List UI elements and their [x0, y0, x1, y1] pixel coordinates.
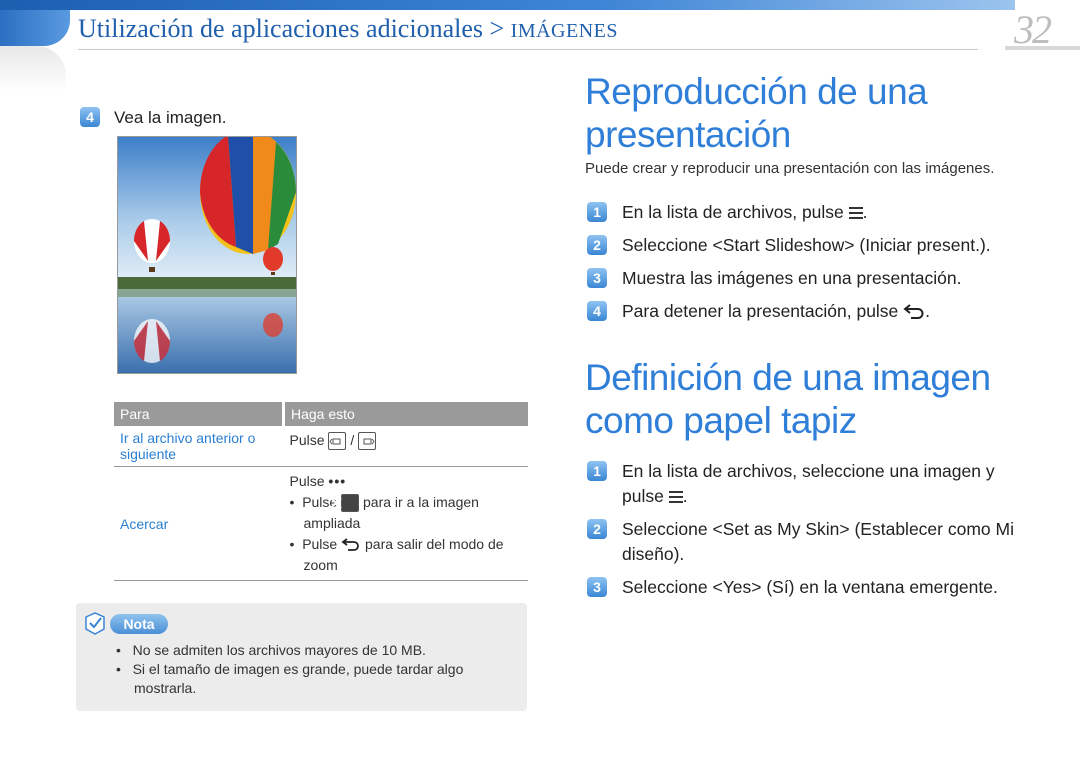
step-end: . — [925, 301, 931, 321]
title-line: como papel tapiz — [585, 400, 857, 441]
row-para: Acercar — [114, 466, 284, 581]
step-text: Seleccione <Set as My Skin> (Establecer … — [622, 519, 1014, 564]
header-divider — [78, 49, 978, 50]
row-haga: Pulse / — [283, 426, 528, 467]
step-label: Para detener la presentación, pulse — [622, 301, 899, 321]
next-file-icon — [358, 432, 377, 451]
note-text: No se admiten los archivos mayores de 10… — [132, 642, 426, 658]
section-intro: Puede crear y reproducir una presentació… — [585, 160, 995, 177]
step-badge: 1 — [587, 202, 607, 222]
note-label: Nota — [110, 614, 168, 634]
step-badge: 4 — [80, 107, 100, 127]
header-tab — [0, 10, 70, 46]
step-label: En la lista de archivos, pulse — [622, 202, 844, 222]
header-bar — [0, 0, 1015, 10]
col-header-para: Para — [114, 402, 285, 426]
step-end: . — [862, 202, 868, 222]
pulse-text: Pulse — [302, 536, 338, 552]
row-para: Ir al archivo anterior o siguiente — [114, 426, 284, 467]
step-text: En la lista de archivos, seleccione una … — [622, 459, 1017, 509]
back-icon — [903, 304, 924, 319]
zoom-in-icon — [330, 494, 360, 513]
step-text: Muestra las imágenes en una presentación… — [622, 268, 962, 288]
step-text: En la lista de archivos, pulse . — [622, 200, 1022, 225]
step-text: Vea la imagen. — [114, 108, 227, 127]
back-icon — [341, 538, 359, 551]
note-icon — [85, 612, 105, 635]
breadcrumb-section: IMÁGENES — [510, 20, 618, 42]
pulse-text: Pulse — [289, 432, 325, 448]
more-options-icon: ••• — [328, 473, 347, 489]
title-line: Reproducción de una — [585, 71, 928, 112]
col-header-haga: Haga esto — [283, 402, 528, 426]
step-badge: 2 — [587, 519, 607, 539]
step-badge: 1 — [587, 461, 607, 481]
zoom-bullet-1: • Pulse para ir a la imagen ampliada — [289, 494, 479, 531]
list-item: • Si el tamaño de imagen es grande, pued… — [116, 661, 464, 696]
zoom-bullet-2: • Pulse para salir del modo de zoom — [289, 536, 504, 573]
title-line: Definición de una imagen — [585, 357, 991, 398]
section-title-wallpaper: Definición de una imagen como papel tapi… — [585, 356, 991, 442]
row-haga: Pulse ••• • Pulse para ir a la imagen am… — [283, 466, 528, 581]
breadcrumb-chapter: Utilización de aplicaciones adicionales … — [78, 14, 505, 43]
prev-file-icon — [328, 432, 347, 451]
separator-text: / — [350, 432, 355, 448]
section-title-slideshow: Reproducción de una presentación — [585, 70, 928, 156]
pulse-text: Pulse — [289, 473, 325, 489]
menu-icon — [848, 207, 863, 219]
step-badge: 4 — [587, 301, 607, 321]
step-badge: 3 — [587, 577, 607, 597]
title-line: presentación — [585, 114, 791, 155]
balloon-illustration — [118, 137, 296, 373]
step-end: . — [682, 486, 688, 506]
note-list: • No se admiten los archivos mayores de … — [116, 641, 516, 698]
table-row: Ir al archivo anterior o siguiente Pulse… — [114, 426, 528, 467]
breadcrumb: Utilización de aplicaciones adicionales … — [78, 14, 618, 44]
table-row: Acercar Pulse ••• • Pulse para ir a la i… — [114, 466, 528, 581]
step-badge: 2 — [587, 235, 607, 255]
controls-table: Para Haga esto Ir al archivo anterior o … — [114, 402, 528, 581]
step-text: Seleccione <Start Slideshow> (Iniciar pr… — [622, 235, 991, 255]
step-text: Seleccione <Yes> (Sí) en la ventana emer… — [622, 577, 998, 597]
hot-air-balloon-photo — [117, 136, 297, 374]
list-item: • No se admiten los archivos mayores de … — [116, 642, 426, 658]
pulse-line: Pulse ••• — [290, 471, 523, 492]
menu-icon — [668, 491, 683, 503]
header-shadow — [0, 46, 66, 92]
note-box: Nota • No se admiten los archivos mayore… — [76, 603, 527, 711]
page-number-underline — [1005, 46, 1080, 50]
step-badge: 3 — [587, 268, 607, 288]
step-text: Para detener la presentación, pulse . — [622, 299, 1022, 324]
note-text: Si el tamaño de imagen es grande, puede … — [132, 661, 464, 696]
